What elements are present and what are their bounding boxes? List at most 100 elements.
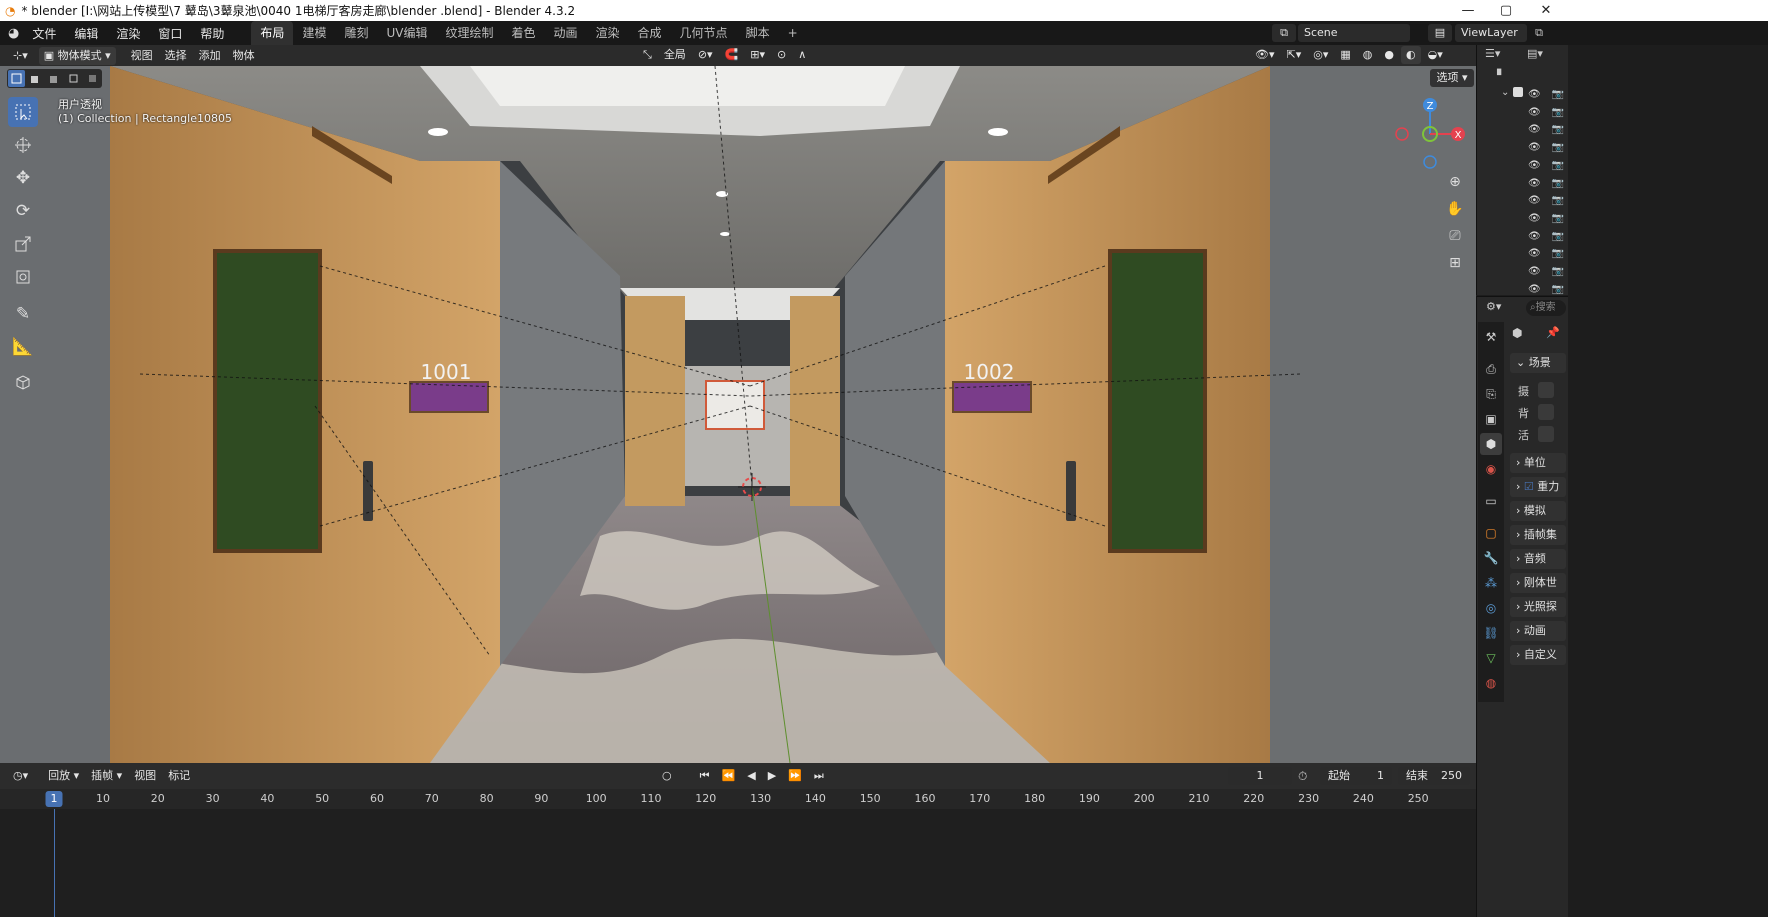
outliner-row[interactable]: 👁 📷 — [1528, 228, 1564, 245]
outliner-row[interactable]: 👁 📷 — [1528, 175, 1564, 192]
render-camera-icon[interactable]: 📷 — [1552, 160, 1564, 171]
menu-view[interactable]: 视图 — [126, 47, 158, 65]
menu-file[interactable]: 文件 — [23, 25, 65, 42]
visibility-eye-icon[interactable]: 👁 — [1528, 142, 1541, 153]
snap-icon[interactable]: 🧲 — [720, 46, 744, 64]
background-field-icon[interactable] — [1538, 404, 1554, 420]
menu-add[interactable]: 添加 — [194, 47, 226, 65]
move-icon[interactable]: ✥ — [8, 163, 38, 193]
menu-playback[interactable]: 回放 ▾ — [43, 767, 84, 785]
outliner-row[interactable]: 👁 📷 — [1528, 157, 1564, 174]
visibility-eye-icon[interactable]: 👁 — [1528, 178, 1541, 189]
menu-keying[interactable]: 插帧 ▾ — [86, 767, 127, 785]
add-workspace-button[interactable]: + — [779, 21, 807, 45]
tab-rendering[interactable]: 渲染 — [587, 21, 629, 45]
tab-uv-editing[interactable]: UV编辑 — [377, 21, 436, 45]
menu-timeline-view[interactable]: 视图 — [129, 767, 161, 785]
tab-compositing[interactable]: 合成 — [629, 21, 671, 45]
select-box-icon[interactable] — [8, 97, 38, 127]
tab-geometry-nodes[interactable]: 几何节点 — [671, 21, 737, 45]
render-camera-icon[interactable]: 📷 — [1552, 178, 1564, 189]
frame-ruler[interactable]: 10 20 30 40 50 60 70 80 90 100 110 120 130 140 150 160 1… — [0, 789, 1476, 809]
object-tab-icon[interactable]: ▢ — [1480, 522, 1502, 544]
visibility-eye-icon[interactable]: 👁 — [1528, 124, 1541, 135]
rendered-shading-icon[interactable]: ◒▾ — [1423, 46, 1448, 64]
navigation-gizmo[interactable]: Z X — [1394, 95, 1472, 177]
visibility-eye-icon[interactable]: 👁 — [1528, 89, 1541, 100]
gizmo-toggle-icon[interactable]: ⇱▾ — [1282, 46, 1307, 64]
properties-editor-type-icon[interactable]: ⚙▾ — [1486, 300, 1501, 313]
timeline-body[interactable] — [0, 809, 1476, 917]
current-frame-indicator[interactable]: 1 — [45, 791, 63, 807]
scale-icon[interactable] — [8, 229, 38, 259]
select-invert-icon[interactable] — [65, 70, 82, 87]
constraints-tab-icon[interactable]: ⛓ — [1480, 622, 1502, 644]
menu-select[interactable]: 选择 — [160, 47, 192, 65]
menu-edit[interactable]: 编辑 — [65, 25, 107, 42]
tool-tab-icon[interactable]: ⚒ — [1480, 326, 1502, 348]
section-5[interactable]: › 刚体世 — [1510, 573, 1566, 593]
solid-shading-icon[interactable]: ● — [1379, 46, 1399, 64]
outliner-row[interactable]: 👁 📷 — [1528, 245, 1564, 262]
collection-tab-icon[interactable]: ▭ — [1480, 490, 1502, 512]
start-frame-field[interactable]: 起始 1 — [1320, 767, 1392, 785]
outliner-row[interactable]: 👁 📷 — [1528, 104, 1564, 121]
jump-end-icon[interactable]: ⏭ — [809, 767, 829, 785]
pivot-point-icon[interactable]: ⊘▾ — [693, 46, 718, 64]
modifier-tab-icon[interactable]: 🔧 — [1480, 547, 1502, 569]
wireframe-shading-icon[interactable]: ◍ — [1358, 46, 1378, 64]
select-subtract-icon[interactable] — [46, 70, 63, 87]
tab-scripting[interactable]: 脚本 — [737, 21, 779, 45]
render-camera-icon[interactable]: 📷 — [1552, 266, 1564, 277]
physics-tab-icon[interactable]: ◎ — [1480, 597, 1502, 619]
camera-view-icon[interactable]: ⎚ — [1443, 224, 1467, 248]
scene-section-header[interactable]: ⌄ 场景 — [1510, 353, 1566, 373]
object-mode-dropdown[interactable]: ▣ 物体模式 ▾ — [38, 46, 116, 65]
data-tab-icon[interactable]: ▽ — [1480, 647, 1502, 669]
select-new-icon[interactable] — [8, 70, 25, 87]
outliner-row[interactable]: 👁 📷 — [1528, 86, 1564, 103]
section-7[interactable]: › 动画 — [1510, 621, 1566, 641]
current-frame-field[interactable]: 1 — [1228, 767, 1292, 785]
section-6[interactable]: › 光照探 — [1510, 597, 1566, 617]
timeline-editor-type-icon[interactable]: ◷▾ — [8, 767, 33, 785]
render-camera-icon[interactable]: 📷 — [1552, 213, 1564, 224]
world-tab-icon[interactable]: ◉ — [1480, 458, 1502, 480]
tab-shading[interactable]: 着色 — [502, 21, 544, 45]
section-4[interactable]: › 音频 — [1510, 549, 1566, 569]
menu-help[interactable]: 帮助 — [191, 25, 233, 42]
output-tab-icon[interactable]: ⎘ — [1480, 383, 1502, 405]
render-camera-icon[interactable]: 📷 — [1552, 231, 1564, 242]
maximize-button[interactable]: ▢ — [1484, 0, 1528, 21]
tab-layout[interactable]: 布局 — [251, 21, 294, 45]
active-clip-field-icon[interactable] — [1538, 426, 1554, 442]
render-camera-icon[interactable]: 📷 — [1552, 124, 1564, 135]
render-camera-icon[interactable]: 📷 — [1552, 107, 1564, 118]
overlay-toggle-icon[interactable]: ◎▾ — [1308, 46, 1333, 64]
gravity-checkbox[interactable]: ☑ — [1524, 480, 1537, 493]
tab-animation[interactable]: 动画 — [545, 21, 587, 45]
scene-selector-icon[interactable]: ⧉ — [1272, 24, 1296, 42]
ortho-grid-icon[interactable]: ⊞ — [1443, 251, 1467, 275]
visibility-eye-icon[interactable]: 👁 — [1528, 160, 1541, 171]
render-camera-icon[interactable]: 📷 — [1552, 284, 1564, 295]
end-frame-field[interactable]: 结束 250 — [1398, 767, 1470, 785]
collection-expand-icon[interactable]: ⌄ — [1501, 87, 1509, 98]
auto-keying-icon[interactable]: ○ — [657, 767, 677, 785]
play-icon[interactable]: ▶ — [763, 767, 781, 785]
visibility-icon[interactable]: 👁▾ — [1250, 46, 1280, 64]
render-camera-icon[interactable]: 📷 — [1552, 142, 1564, 153]
outliner-row[interactable]: 👁 📷 — [1528, 210, 1564, 227]
view-layer-tab-icon[interactable]: ▣ — [1480, 408, 1502, 430]
new-view-layer-icon[interactable]: ⧉ — [1530, 24, 1548, 42]
select-intersect-icon[interactable] — [84, 70, 101, 87]
visibility-eye-icon[interactable]: 👁 — [1528, 213, 1541, 224]
add-cube-icon[interactable] — [8, 367, 38, 397]
close-button[interactable]: ✕ — [1524, 0, 1568, 21]
section-2[interactable]: › 模拟 — [1510, 501, 1566, 521]
render-camera-icon[interactable]: 📷 — [1552, 89, 1564, 100]
scene-tab-icon[interactable]: ⬢ — [1480, 433, 1502, 455]
3d-viewport[interactable]: 1001 1002 用户透视 (1) Collection | Rectangl… — [0, 66, 1476, 763]
blender-menu-icon[interactable]: ◕ — [8, 26, 19, 41]
zoom-icon[interactable]: ⊕ — [1443, 170, 1467, 194]
